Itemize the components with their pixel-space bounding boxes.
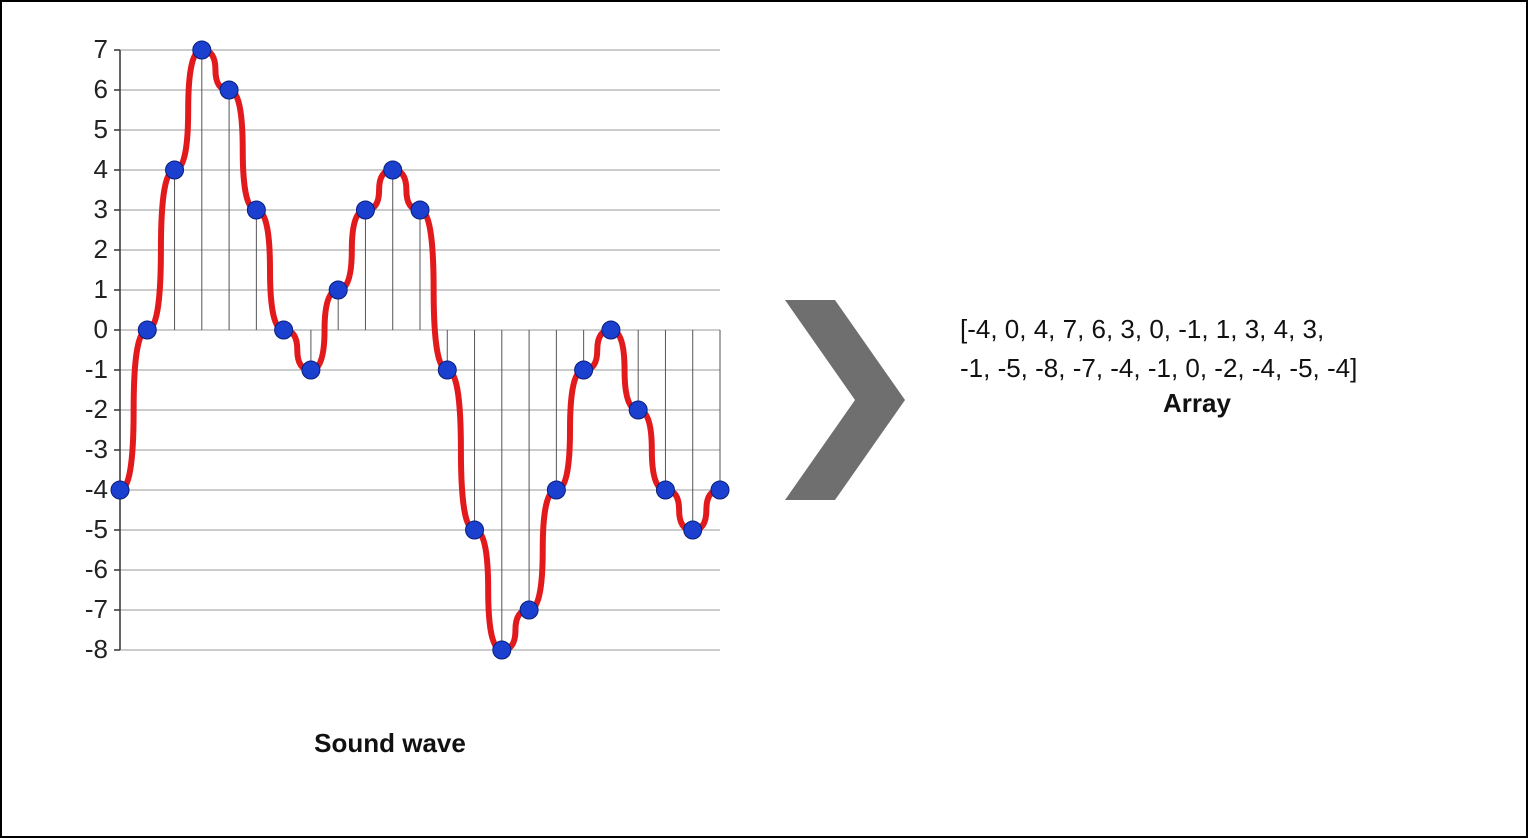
svg-text:-7: -7: [85, 594, 108, 624]
svg-text:0: 0: [94, 314, 108, 344]
svg-text:7: 7: [94, 34, 108, 64]
array-caption: Array: [960, 388, 1494, 457]
chart-panel: 7 6 5 4 3 2 1 0 -1 -2 -3 -4 -5 -6 -7 -8 Sound wave: [30, 30, 750, 759]
svg-text:-8: -8: [85, 634, 108, 664]
svg-text:-4: -4: [85, 474, 108, 504]
svg-text:-2: -2: [85, 394, 108, 424]
array-panel: [-4, 0, 4, 7, 6, 3, 0, -1, 1, 3, 4, 3, -…: [940, 30, 1494, 457]
chart-caption: Sound wave: [314, 728, 466, 759]
svg-text:6: 6: [94, 74, 108, 104]
figure-frame: 7 6 5 4 3 2 1 0 -1 -2 -3 -4 -5 -6 -7 -8 Sound wave [-4,…: [0, 0, 1528, 838]
arrow-column: [750, 30, 940, 510]
svg-text:5: 5: [94, 114, 108, 144]
svg-text:4: 4: [94, 154, 108, 184]
svg-text:-1: -1: [85, 354, 108, 384]
svg-text:3: 3: [94, 194, 108, 224]
svg-text:2: 2: [94, 234, 108, 264]
svg-text:-5: -5: [85, 514, 108, 544]
chart-area: 7 6 5 4 3 2 1 0 -1 -2 -3 -4 -5 -6 -7 -8: [40, 30, 740, 690]
sound-wave-chart: 7 6 5 4 3 2 1 0 -1 -2 -3 -4 -5 -6 -7 -8: [40, 30, 740, 690]
svg-text:-6: -6: [85, 554, 108, 584]
svg-text:1: 1: [94, 274, 108, 304]
array-values: [-4, 0, 4, 7, 6, 3, 0, -1, 1, 3, 4, 3, -…: [960, 310, 1494, 388]
chevron-right-icon: [775, 290, 915, 510]
svg-text:-3: -3: [85, 434, 108, 464]
